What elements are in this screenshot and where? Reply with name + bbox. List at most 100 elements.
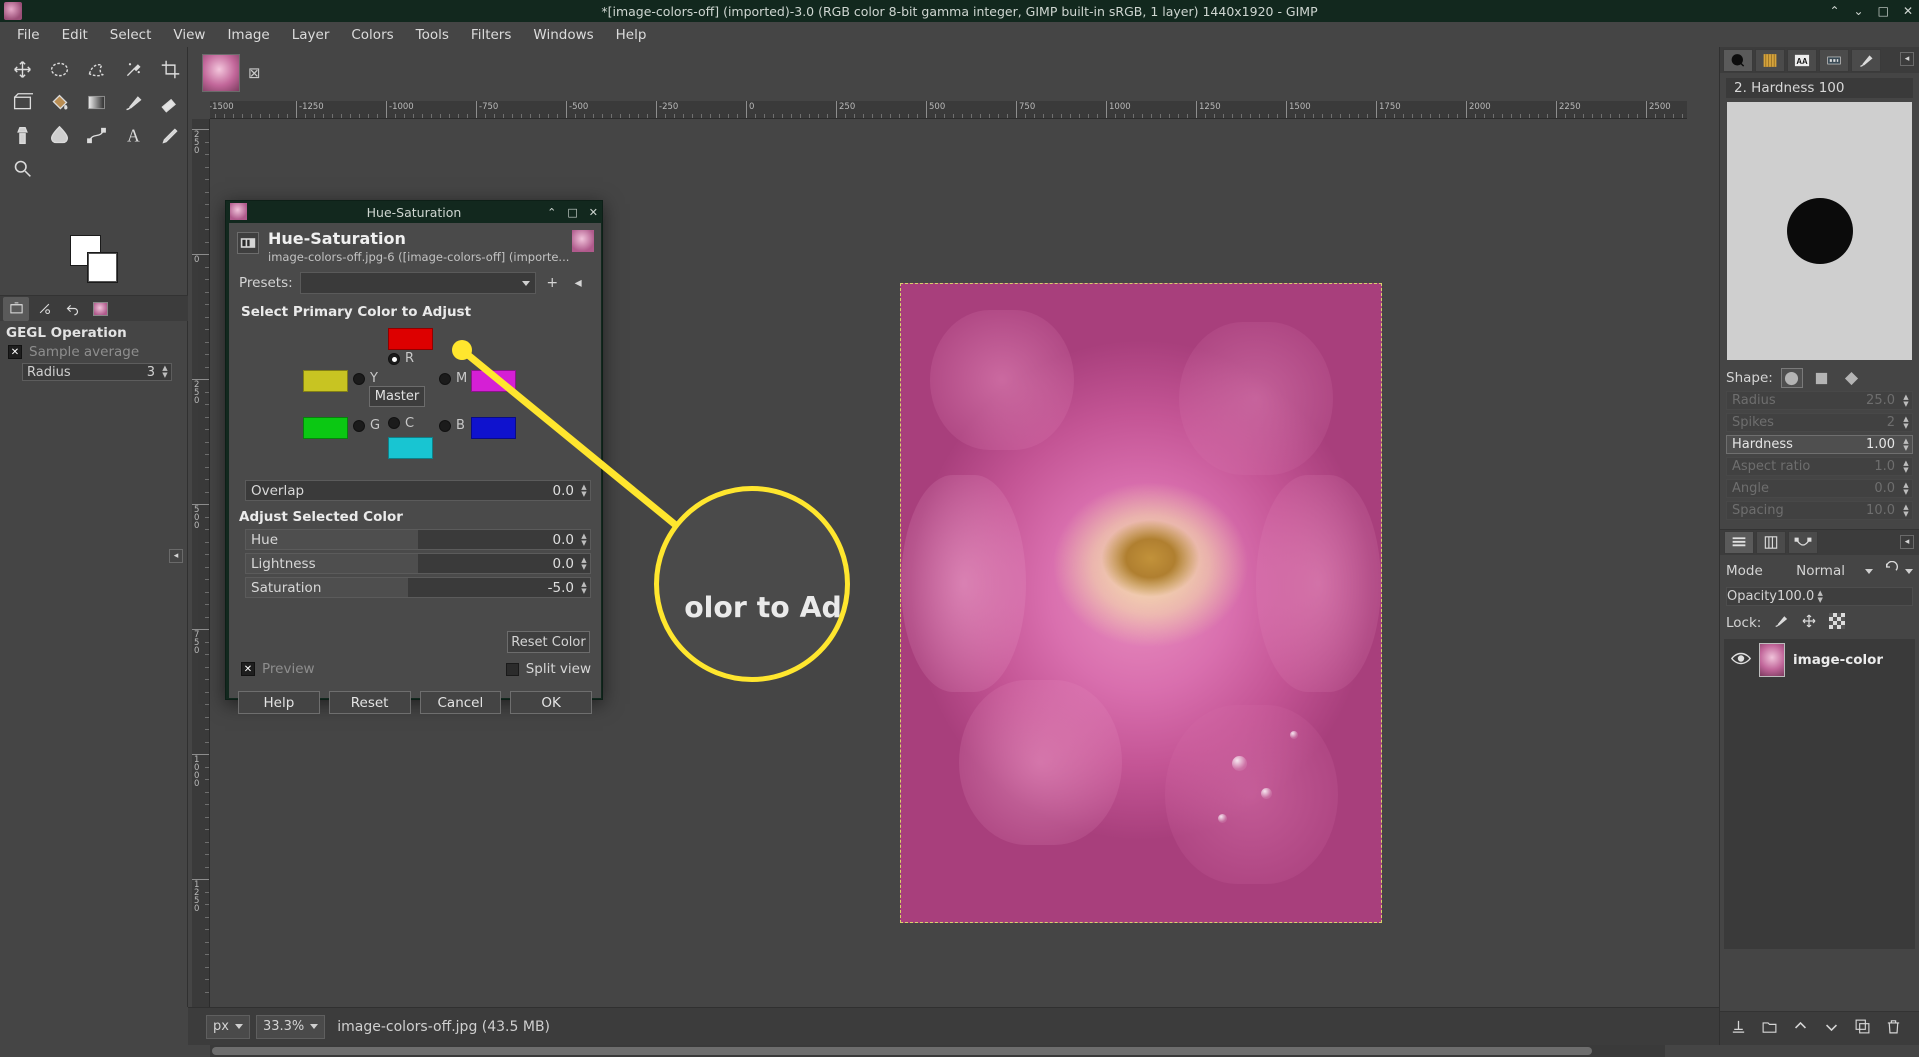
circle-shape-icon[interactable] bbox=[1780, 368, 1803, 388]
chevron-down-icon[interactable] bbox=[521, 280, 530, 286]
lower-layer-icon[interactable] bbox=[1823, 1018, 1840, 1039]
raise-layer-icon[interactable] bbox=[1792, 1018, 1809, 1039]
help-button[interactable]: Help bbox=[238, 691, 320, 714]
menu-help[interactable]: Help bbox=[605, 24, 658, 46]
radio-y[interactable] bbox=[353, 373, 365, 385]
mode-options-chevron-icon[interactable] bbox=[1905, 568, 1913, 574]
presets-menu-icon[interactable]: ◂ bbox=[569, 273, 588, 293]
split-view-checkbox[interactable] bbox=[505, 662, 519, 676]
radio-b[interactable] bbox=[439, 420, 451, 432]
lightness-stepper-icon[interactable]: ▲ ▼ bbox=[578, 556, 590, 571]
color-swatch-m[interactable] bbox=[471, 370, 516, 392]
minimize-button[interactable]: ⌄ bbox=[1854, 4, 1864, 18]
hue-slider[interactable]: Hue 0.0 ▲ ▼ bbox=[245, 529, 591, 550]
brush-angle-row[interactable]: Angle 0.0 ▲ ▼ bbox=[1726, 479, 1913, 498]
brush-angle-stepper-icon[interactable]: ▲ ▼ bbox=[1900, 481, 1912, 496]
crop-tool[interactable] bbox=[152, 53, 189, 86]
restore-button[interactable]: ⌃ bbox=[1829, 4, 1839, 18]
menu-file[interactable]: File bbox=[6, 24, 51, 46]
reset-button[interactable]: Reset bbox=[328, 691, 411, 714]
tab-device-status[interactable] bbox=[31, 297, 57, 321]
brush-hardness-stepper-icon[interactable]: ▲ ▼ bbox=[1900, 437, 1912, 452]
free-select-tool[interactable] bbox=[78, 53, 115, 86]
brush-radius-stepper-icon[interactable]: ▲ ▼ bbox=[1900, 393, 1912, 408]
horizontal-ruler[interactable]: -1500 -1250 -1000 -750 -500 -250 0 250 500 750 100… bbox=[210, 101, 1687, 119]
gradient-tool[interactable] bbox=[78, 86, 115, 119]
master-button[interactable]: Master bbox=[369, 386, 425, 407]
brush-aspect-ratio-row[interactable]: Aspect ratio 1.0 ▲ ▼ bbox=[1726, 457, 1913, 476]
layers-dock-collapse-icon[interactable]: ◂ bbox=[1900, 535, 1914, 549]
brush-hardness-row[interactable]: Hardness 1.00 ▲ ▼ bbox=[1726, 435, 1913, 454]
transform-tool[interactable] bbox=[4, 86, 41, 119]
radio-r[interactable] bbox=[388, 353, 400, 365]
color-swatch-r[interactable] bbox=[388, 328, 433, 350]
path-tool[interactable] bbox=[78, 119, 115, 152]
chevron-down-icon[interactable] bbox=[234, 1024, 243, 1029]
color-swatches[interactable] bbox=[60, 232, 120, 284]
layer-opacity-row[interactable]: Opacity 100.0 ▲ ▼ bbox=[1726, 587, 1913, 606]
brush-aspect-stepper-icon[interactable]: ▲ ▼ bbox=[1900, 459, 1912, 474]
brush-spacing-stepper-icon[interactable]: ▲ ▼ bbox=[1900, 503, 1912, 518]
delete-layer-icon[interactable] bbox=[1885, 1018, 1902, 1039]
list-item[interactable]: image-color bbox=[1724, 639, 1915, 681]
menu-edit[interactable]: Edit bbox=[51, 24, 99, 46]
paths-tab[interactable] bbox=[1788, 531, 1818, 554]
presets-combobox[interactable] bbox=[299, 272, 536, 294]
radio-g[interactable] bbox=[353, 420, 365, 432]
horizontal-scrollbar[interactable] bbox=[210, 1045, 1665, 1057]
document-thumbnail[interactable] bbox=[202, 54, 240, 92]
horizontal-scroll-thumb[interactable] bbox=[212, 1047, 1592, 1055]
new-layer-icon[interactable] bbox=[1730, 1018, 1747, 1039]
opacity-stepper-icon[interactable]: ▲ ▼ bbox=[1814, 589, 1826, 604]
layer-visibility-icon[interactable] bbox=[1730, 651, 1752, 670]
menu-windows[interactable]: Windows bbox=[522, 24, 604, 46]
menu-tools[interactable]: Tools bbox=[405, 24, 460, 46]
clone-tool[interactable] bbox=[4, 119, 41, 152]
layer-mode-row[interactable]: Mode Normal bbox=[1726, 560, 1913, 582]
menu-image[interactable]: Image bbox=[216, 24, 280, 46]
menu-filters[interactable]: Filters bbox=[460, 24, 522, 46]
color-swatch-g[interactable] bbox=[303, 417, 348, 439]
sample-average-checkbox[interactable]: ✕ bbox=[8, 345, 22, 359]
close-button[interactable]: ✕ bbox=[1903, 4, 1913, 18]
radius-spinner[interactable]: Radius 3 ▲ ▼ bbox=[22, 363, 172, 381]
chevron-down-icon[interactable] bbox=[310, 1024, 319, 1029]
tab-images[interactable] bbox=[87, 297, 113, 321]
overlap-slider[interactable]: Overlap 0.0 ▲ ▼ bbox=[245, 480, 591, 501]
color-picker-tool[interactable] bbox=[152, 119, 189, 152]
color-swatch-y[interactable] bbox=[303, 370, 348, 392]
saturation-stepper-icon[interactable]: ▲ ▼ bbox=[578, 580, 590, 595]
new-group-icon[interactable] bbox=[1761, 1018, 1778, 1039]
brush-radius-row[interactable]: Radius 25.0 ▲ ▼ bbox=[1726, 391, 1913, 410]
dialog-close-button[interactable]: ✕ bbox=[589, 206, 598, 219]
unit-selector[interactable]: px bbox=[206, 1014, 250, 1039]
sample-average-row[interactable]: ✕ Sample average bbox=[8, 344, 139, 360]
dialog-minimize-button[interactable]: ⌃ bbox=[547, 206, 556, 219]
ellipse-select-tool[interactable] bbox=[41, 53, 78, 86]
radio-m[interactable] bbox=[439, 373, 451, 385]
color-swatch-c[interactable] bbox=[388, 437, 433, 459]
zoom-tool[interactable] bbox=[4, 152, 41, 185]
lightness-slider[interactable]: Lightness 0.0 ▲ ▼ bbox=[245, 553, 591, 574]
radio-c[interactable] bbox=[388, 417, 400, 429]
patterns-tab[interactable] bbox=[1755, 48, 1785, 72]
document-close-icon[interactable]: ⊠ bbox=[248, 64, 261, 82]
document-history-tab[interactable] bbox=[1819, 48, 1849, 72]
paint-dynamics-tab[interactable] bbox=[1851, 48, 1881, 72]
presets-add-icon[interactable]: + bbox=[543, 273, 562, 293]
tab-undo-history[interactable] bbox=[59, 297, 85, 321]
hue-saturation-dialog[interactable]: Hue-Saturation ⌃ □ ✕ Hue-Saturation imag… bbox=[225, 200, 603, 714]
menu-view[interactable]: View bbox=[162, 24, 216, 46]
preview-checkbox[interactable]: ✕ bbox=[241, 662, 255, 676]
lock-alpha-icon[interactable] bbox=[1829, 613, 1846, 633]
lock-position-icon[interactable] bbox=[1801, 613, 1817, 633]
canvas-image-dahlia[interactable] bbox=[900, 283, 1382, 923]
brushes-tab[interactable] bbox=[1723, 48, 1753, 72]
menu-colors[interactable]: Colors bbox=[340, 24, 404, 46]
dialog-maximize-button[interactable]: □ bbox=[567, 206, 577, 219]
tab-tool-options[interactable] bbox=[3, 296, 29, 321]
bucket-fill-tool[interactable] bbox=[41, 86, 78, 119]
brush-spacing-row[interactable]: Spacing 10.0 ▲ ▼ bbox=[1726, 501, 1913, 520]
vertical-ruler[interactable]: 250 0 250 500 750 1000 1250 bbox=[192, 119, 210, 1007]
square-shape-icon[interactable] bbox=[1811, 368, 1833, 388]
